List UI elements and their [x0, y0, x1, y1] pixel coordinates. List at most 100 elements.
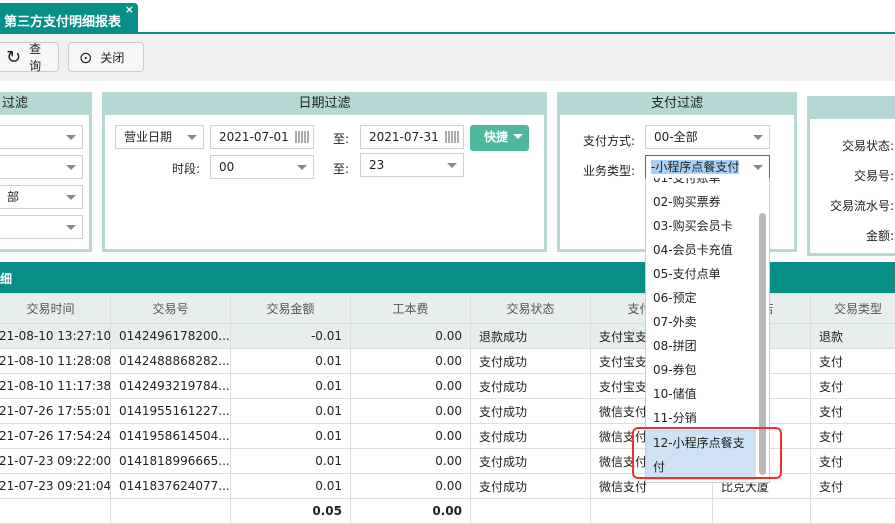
from-date-input[interactable]: 2021-07-01 [210, 125, 314, 149]
table-cell: 支付 [811, 424, 895, 449]
tab-report[interactable]: 第三方支付明细报表 × [0, 3, 138, 33]
total-cell [713, 499, 811, 524]
table-cell: 0.01 [231, 424, 351, 449]
totals-row: 0.050.00 [0, 499, 895, 524]
column-header[interactable]: 交易金额 [231, 294, 351, 324]
calendar-icon[interactable] [295, 131, 309, 143]
table-cell: 0.00 [351, 374, 471, 399]
query-button[interactable]: ↻查询 [0, 42, 59, 72]
table-cell: 退款成功 [471, 324, 591, 349]
filter-select-1[interactable] [0, 125, 83, 149]
table-cell: 21-08-10 11:17:38 [0, 374, 111, 399]
table-cell: 0142488868282... [111, 349, 231, 374]
chevron-down-icon [753, 135, 763, 140]
chevron-down-icon [66, 195, 76, 200]
chevron-down-icon [66, 225, 76, 230]
filter-select-3[interactable]: 部 [0, 185, 83, 209]
input-value: 2021-07-31 [369, 130, 439, 144]
toolbar: ↻查询 ⊙ 关闭 [0, 34, 895, 81]
dropdown-option[interactable]: 02-购买票券 [646, 190, 769, 214]
panel-title: 日期过滤 [105, 95, 544, 115]
table-cell: 支付 [811, 374, 895, 399]
chevron-down-icon [513, 134, 523, 139]
table-cell: 21-07-23 09:21:04 [0, 474, 111, 499]
total-cell [0, 499, 111, 524]
table-cell: 0141818996665... [111, 449, 231, 474]
chevron-down-icon [187, 135, 197, 140]
table-cell: 0141955161227... [111, 399, 231, 424]
total-cell [111, 499, 231, 524]
to-label: 至: [333, 130, 349, 147]
dropdown-option[interactable]: 05-支付点单 [646, 262, 769, 286]
table-cell: 21-08-10 11:28:08 [0, 349, 111, 374]
column-header[interactable]: 工本费 [351, 294, 471, 324]
table-cell: 0.00 [351, 399, 471, 424]
dropdown-option[interactable]: 09-券包 [646, 358, 769, 382]
biz-type-label: 业务类型: [583, 162, 635, 179]
dropdown-option[interactable]: 03-购买会员卡 [646, 214, 769, 238]
table-cell: 0141958614504... [111, 424, 231, 449]
table-cell: 0.00 [351, 349, 471, 374]
left-filter-panel: 过滤 部 [0, 92, 92, 252]
panel-title [810, 99, 895, 119]
chevron-down-icon [66, 135, 76, 140]
serial-label: 交易流水号: [830, 197, 894, 214]
to-date-input[interactable]: 2021-07-31 [360, 125, 464, 149]
table-cell: 0.00 [351, 424, 471, 449]
dropdown-option[interactable]: 04-会员卡充值 [646, 238, 769, 262]
table-cell: 0142493219784... [111, 374, 231, 399]
filter-select-2[interactable] [0, 155, 83, 179]
pay-method-select[interactable]: 00-全部 [645, 125, 770, 149]
dropdown-option[interactable]: 01-支付账单 [646, 178, 769, 190]
dropdown-option[interactable]: 07-外卖 [646, 310, 769, 334]
status-label: 交易状态: [842, 137, 894, 154]
total-cell [811, 499, 895, 524]
refresh-icon: ↻ [6, 47, 21, 68]
select-value: 营业日期 [124, 130, 172, 144]
table-cell: 0.01 [231, 374, 351, 399]
close-tab-icon[interactable]: × [125, 3, 134, 16]
total-cell: 0.00 [351, 499, 471, 524]
table-cell: 退款 [811, 324, 895, 349]
quick-button[interactable]: 快捷 [470, 125, 529, 151]
table-cell: 0141837624077... [111, 474, 231, 499]
grid-title: 细 [0, 272, 12, 286]
table-cell: -0.01 [231, 324, 351, 349]
table-cell: 支付 [811, 474, 895, 499]
table-cell: 支付成功 [471, 349, 591, 374]
dropdown-option[interactable]: 10-储值 [646, 382, 769, 406]
select-value: 部 [7, 190, 19, 204]
stop-circle-icon: ⊙ [79, 48, 92, 67]
dropdown-option[interactable]: 06-预定 [646, 286, 769, 310]
table-cell: 支付成功 [471, 374, 591, 399]
txn-filter-panel: 交易状态: 交易号: 交易流水号: 金额: [807, 96, 895, 256]
close-button[interactable]: ⊙ 关闭 [68, 42, 144, 72]
close-label: 关闭 [100, 49, 124, 66]
filter-select-4[interactable] [0, 215, 83, 239]
table-cell: 21-07-23 09:22:00 [0, 449, 111, 474]
table-cell: 0.01 [231, 474, 351, 499]
column-header[interactable]: 交易状态 [471, 294, 591, 324]
to-label: 至: [333, 160, 349, 177]
table-cell: 支付 [811, 399, 895, 424]
table-cell: 21-07-26 17:54:24 [0, 424, 111, 449]
table-cell: 0.01 [231, 449, 351, 474]
date-type-select[interactable]: 营业日期 [115, 125, 204, 149]
table-cell: 支付 [811, 449, 895, 474]
amount-label: 金额: [866, 227, 894, 244]
tab-title: 第三方支付明细报表 [4, 15, 121, 30]
table-cell: 0142496178200... [111, 324, 231, 349]
table-cell: 21-08-10 13:27:10 [0, 324, 111, 349]
calendar-icon[interactable] [445, 131, 459, 143]
dropdown-option[interactable]: 08-拼团 [646, 334, 769, 358]
column-header[interactable]: 交易时间 [0, 294, 111, 324]
column-header[interactable]: 交易号 [111, 294, 231, 324]
column-header[interactable]: 交易类型 [811, 294, 895, 324]
biz-type-select[interactable]: -小程序点餐支付 [645, 155, 770, 179]
total-cell [591, 499, 713, 524]
total-cell: 0.05 [231, 499, 351, 524]
panel-title: 支付过滤 [560, 95, 794, 115]
table-cell: 0.00 [351, 449, 471, 474]
to-hour-select[interactable]: 23 [360, 153, 464, 177]
from-hour-select[interactable]: 00 [210, 155, 314, 179]
